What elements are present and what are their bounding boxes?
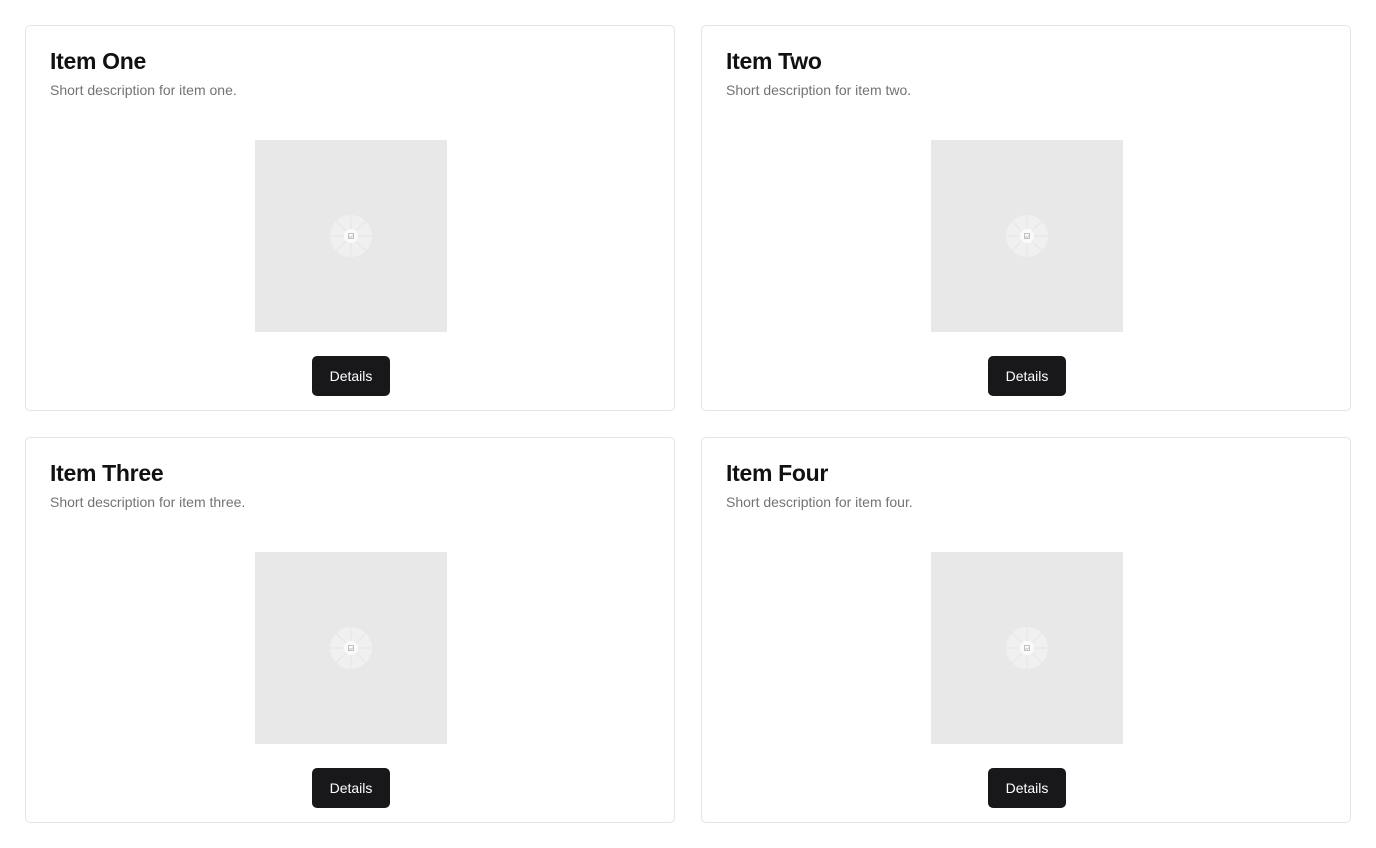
- image-placeholder-icon: [330, 215, 372, 257]
- card-description: Short description for item two.: [726, 82, 912, 98]
- card-title: Item Four: [726, 460, 829, 486]
- card-title: Item One: [50, 48, 147, 74]
- card-description: Short description for item one.: [50, 82, 237, 98]
- item-card: Item Three Short description for item th…: [25, 437, 675, 823]
- item-card: Item Four Short description for item fou…: [701, 437, 1351, 823]
- card-image-placeholder: [255, 552, 447, 744]
- card-title: Item Two: [726, 48, 822, 74]
- details-button[interactable]: Details: [312, 356, 390, 396]
- image-placeholder-icon: [1006, 627, 1048, 669]
- item-card: Item One Short description for item one.…: [25, 25, 675, 411]
- card-grid: Item One Short description for item one.…: [0, 0, 1376, 848]
- card-image-placeholder: [931, 140, 1123, 332]
- card-title: Item Three: [50, 460, 164, 486]
- image-placeholder-icon: [1006, 215, 1048, 257]
- card-description: Short description for item four.: [726, 494, 913, 510]
- card-image-placeholder: [255, 140, 447, 332]
- image-placeholder-icon: [330, 627, 372, 669]
- card-image-placeholder: [931, 552, 1123, 744]
- card-description: Short description for item three.: [50, 494, 246, 510]
- details-button[interactable]: Details: [988, 356, 1066, 396]
- details-button[interactable]: Details: [988, 768, 1066, 808]
- item-card: Item Two Short description for item two.…: [701, 25, 1351, 411]
- details-button[interactable]: Details: [312, 768, 390, 808]
